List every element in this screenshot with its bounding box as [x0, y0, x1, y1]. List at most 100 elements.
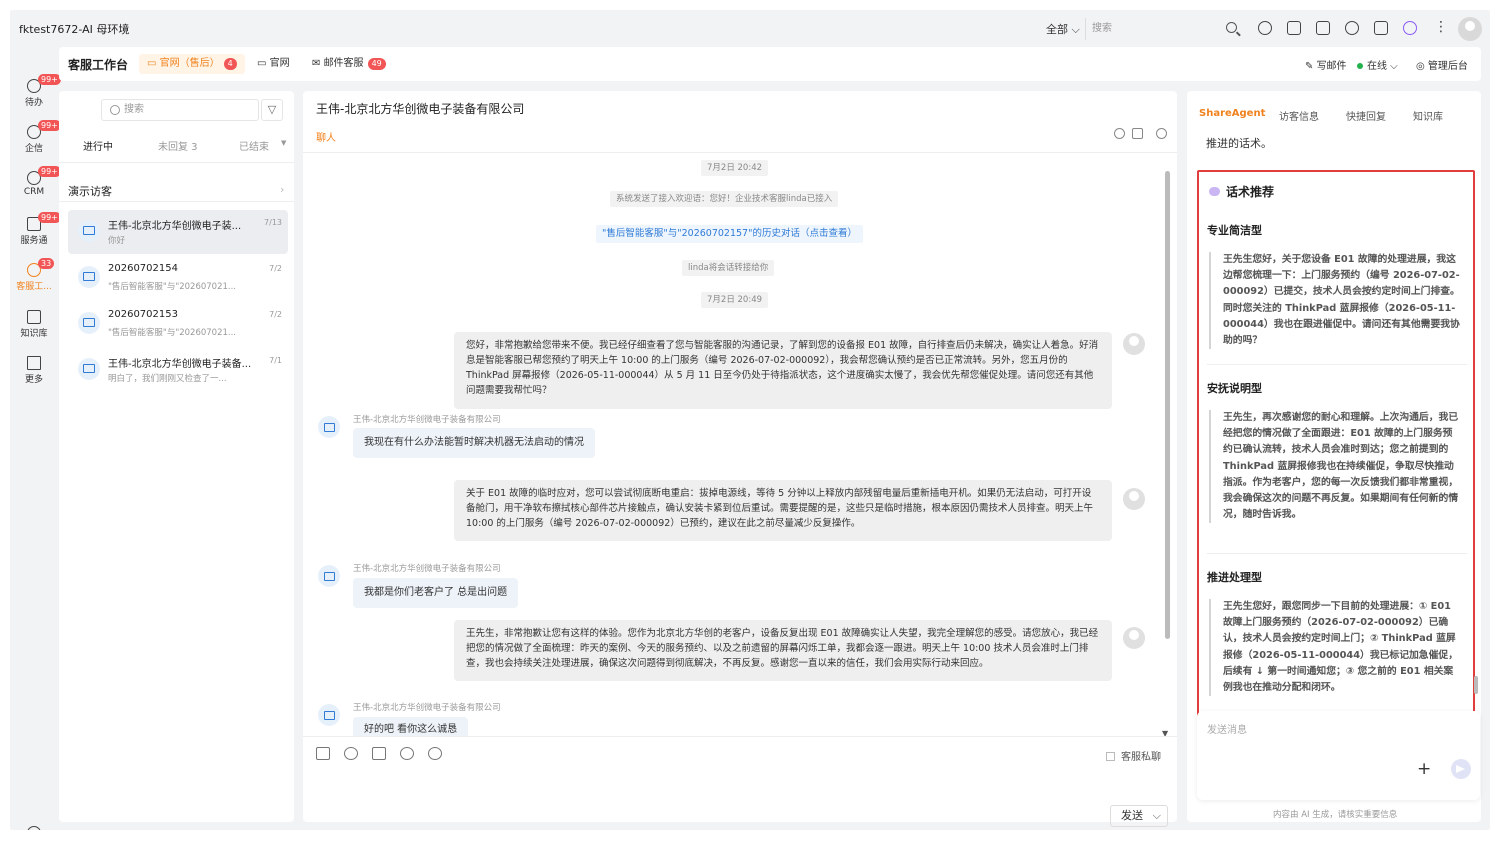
conversation-date: 7/2	[269, 310, 282, 319]
recommendation-text[interactable]: 王先生您好，关于您设备 E01 故障的处理进展，我这边帮您梳理一下：上门服务预约…	[1209, 252, 1461, 350]
customer-message: 我都是你们老客户了 总是出问题	[353, 578, 519, 608]
emoji-icon[interactable]	[400, 747, 414, 760]
plus-icon[interactable]: +	[1417, 759, 1431, 779]
admin-button[interactable]: ◎ 管理后台	[1416, 57, 1468, 72]
environment-title: fktest7672-AI 母环境	[19, 23, 130, 36]
mail-icon: ✉	[312, 58, 324, 69]
global-search-input[interactable]: 搜索	[1085, 18, 1237, 40]
tab-unreplied[interactable]: 未回复 3	[158, 138, 198, 153]
filter-icon[interactable]: ▽	[261, 99, 283, 121]
nav-item-customer-service[interactable]: 33 客服工...	[10, 258, 58, 292]
system-message: 系统发送了接入欢迎语：您好！企业技术客服linda已接入	[610, 191, 839, 207]
list-dropdown-icon[interactable]: ▼	[281, 139, 286, 147]
nav-item-todo[interactable]: 99+ 待办	[10, 74, 61, 108]
tab-chat[interactable]: 聊人	[316, 129, 336, 144]
customer-avatar	[318, 416, 340, 438]
web-visitor-icon	[78, 312, 100, 334]
chevron-down-icon[interactable]: ⌵	[1153, 806, 1161, 826]
history-icon[interactable]	[1258, 21, 1272, 35]
conversation-preview: 你好	[108, 236, 126, 246]
monitor-icon: ▭	[257, 58, 270, 69]
recommendation-text[interactable]: 王先生，再次感谢您的耐心和理解。上次沟通后，我已经把您的情况做了全面跟进：E01…	[1209, 410, 1461, 524]
status-label: 在线	[1367, 61, 1387, 72]
nav-item-crm[interactable]: 99+ CRM	[10, 166, 61, 197]
record-icon[interactable]	[1114, 128, 1125, 139]
conversation-item[interactable]: 王伟-北京北方华创微电子装... 7/13 你好	[68, 210, 288, 254]
agent-avatar	[1123, 333, 1145, 355]
contacts-icon[interactable]	[1316, 21, 1330, 35]
workspace-title: 客服工作台	[68, 58, 129, 72]
nav-item-service[interactable]: 99+ 服务通	[10, 212, 61, 246]
timestamp: 7月2日 20:49	[701, 292, 769, 308]
top-bar: fktest7672-AI 母环境 全部 ⌵ 搜索 ⋮	[10, 10, 1490, 46]
private-chat-checkbox[interactable]: 客服私聊	[1106, 748, 1161, 763]
tab-badge: 49	[367, 58, 386, 70]
tab-in-progress[interactable]: 进行中	[83, 138, 113, 153]
conversation-search-input[interactable]: 搜索	[101, 99, 259, 121]
nav-item-qixin[interactable]: 99+ 企信	[10, 120, 61, 154]
history-link[interactable]: "售后智能客服"与"20260702157"的历史对话（点击查看）	[596, 225, 863, 243]
settings-icon[interactable]	[1156, 128, 1167, 139]
script-recommendation-box: 话术推荐 专业简洁型 王先生您好，关于您设备 E01 故障的处理进展，我这边帮您…	[1197, 170, 1475, 723]
conversation-preview: "售后智能客服"与"202607021...	[108, 328, 237, 338]
demo-visitor-row[interactable]: 演示访客	[68, 183, 112, 199]
image-icon[interactable]	[316, 747, 330, 760]
tab-shareagent[interactable]: ShareAgent	[1199, 108, 1265, 119]
assistant-scrollbar[interactable]	[1474, 676, 1478, 694]
help-icon[interactable]	[1345, 21, 1359, 35]
tab-ended[interactable]: 已结束	[239, 138, 269, 153]
conversation-item[interactable]: 20260702154 7/2 "售后智能客服"与"202607021...	[68, 256, 288, 300]
divider	[1207, 553, 1467, 554]
input-placeholder: 发送消息	[1207, 725, 1247, 736]
tab-knowledge-base[interactable]: 知识库	[1413, 108, 1443, 123]
write-mail-label: 写邮件	[1316, 61, 1347, 72]
write-mail-button[interactable]: ✎ 写邮件	[1305, 57, 1347, 72]
tab-quick-reply[interactable]: 快捷回复	[1346, 108, 1386, 123]
tab-official-aftersales[interactable]: ▭ 官网（售后） 4	[139, 54, 245, 74]
inbox-icon[interactable]	[1287, 21, 1301, 35]
send-button[interactable]: 发送 ⌵	[1110, 805, 1168, 827]
transfer-user-icon[interactable]	[428, 747, 442, 760]
user-avatar[interactable]	[1458, 17, 1482, 41]
tab-visitor-info[interactable]: 访客信息	[1279, 108, 1319, 123]
ai-assistant-icon[interactable]	[1403, 21, 1417, 35]
conversation-item[interactable]: 王伟-北京北方华创微电子装备... 7/1 明白了，我们刚刚又检查了一...	[68, 348, 288, 392]
tab-official[interactable]: ▭ 官网	[249, 54, 298, 74]
divider	[59, 201, 294, 202]
conversation-preview: 明白了，我们刚刚又检查了一...	[108, 374, 227, 384]
send-icon[interactable]	[1451, 759, 1471, 779]
search-icon[interactable]	[1226, 22, 1237, 33]
attachment-icon[interactable]	[344, 747, 358, 760]
send-label: 发送	[1121, 809, 1143, 822]
tab-badge: 4	[223, 58, 237, 70]
conversation-date: 7/13	[264, 218, 282, 227]
ai-disclaimer: 内容由 AI 生成，请核实重要信息	[1273, 810, 1398, 820]
store-icon[interactable]	[1374, 21, 1388, 35]
search-placeholder: 搜索	[1092, 23, 1112, 34]
chat-title: 王伟-北京北方华创微电子装备有限公司	[316, 102, 525, 116]
grid-icon	[27, 356, 41, 370]
settings-icon[interactable]	[27, 826, 41, 830]
customer-avatar	[318, 565, 340, 587]
web-visitor-icon	[78, 220, 100, 242]
agent-message: 您好，非常抱歉给您带来不便。我已经仔细查看了您与智能客服的沟通记录，了解到您的设…	[454, 332, 1112, 409]
recommendation-heading: 专业简洁型	[1207, 224, 1262, 237]
search-placeholder: 搜索	[124, 104, 144, 115]
tab-email-service[interactable]: ✉ 邮件客服 49	[304, 54, 394, 74]
chat-scrollbar[interactable]	[1165, 171, 1170, 639]
nav-item-knowledge[interactable]: 知识库	[10, 310, 58, 339]
status-select[interactable]: 在线 ⌵	[1357, 57, 1398, 72]
timestamp: 7月2日 20:42	[701, 160, 769, 176]
more-menu-icon[interactable]: ⋮	[1434, 19, 1448, 35]
document-icon[interactable]	[1132, 128, 1143, 139]
search-scope-select[interactable]: 全部 ⌵	[1046, 21, 1080, 37]
conversation-date: 7/2	[269, 264, 282, 273]
folder-icon[interactable]	[372, 747, 386, 760]
nav-item-more[interactable]: 更多	[10, 356, 58, 385]
conversation-item[interactable]: 20260702153 7/2 "售后智能客服"与"202607021...	[68, 302, 288, 346]
checkbox[interactable]	[1106, 752, 1115, 761]
customer-message: 我现在有什么办法能暂时解决机器无法启动的情况	[353, 428, 595, 458]
assistant-message-input[interactable]: 发送消息 +	[1197, 711, 1480, 800]
recommendation-text[interactable]: 王先生您好，跟您同步一下目前的处理进展：① E01 故障上门服务预约（2026-…	[1209, 599, 1461, 697]
nav-label: 知识库	[20, 329, 48, 339]
